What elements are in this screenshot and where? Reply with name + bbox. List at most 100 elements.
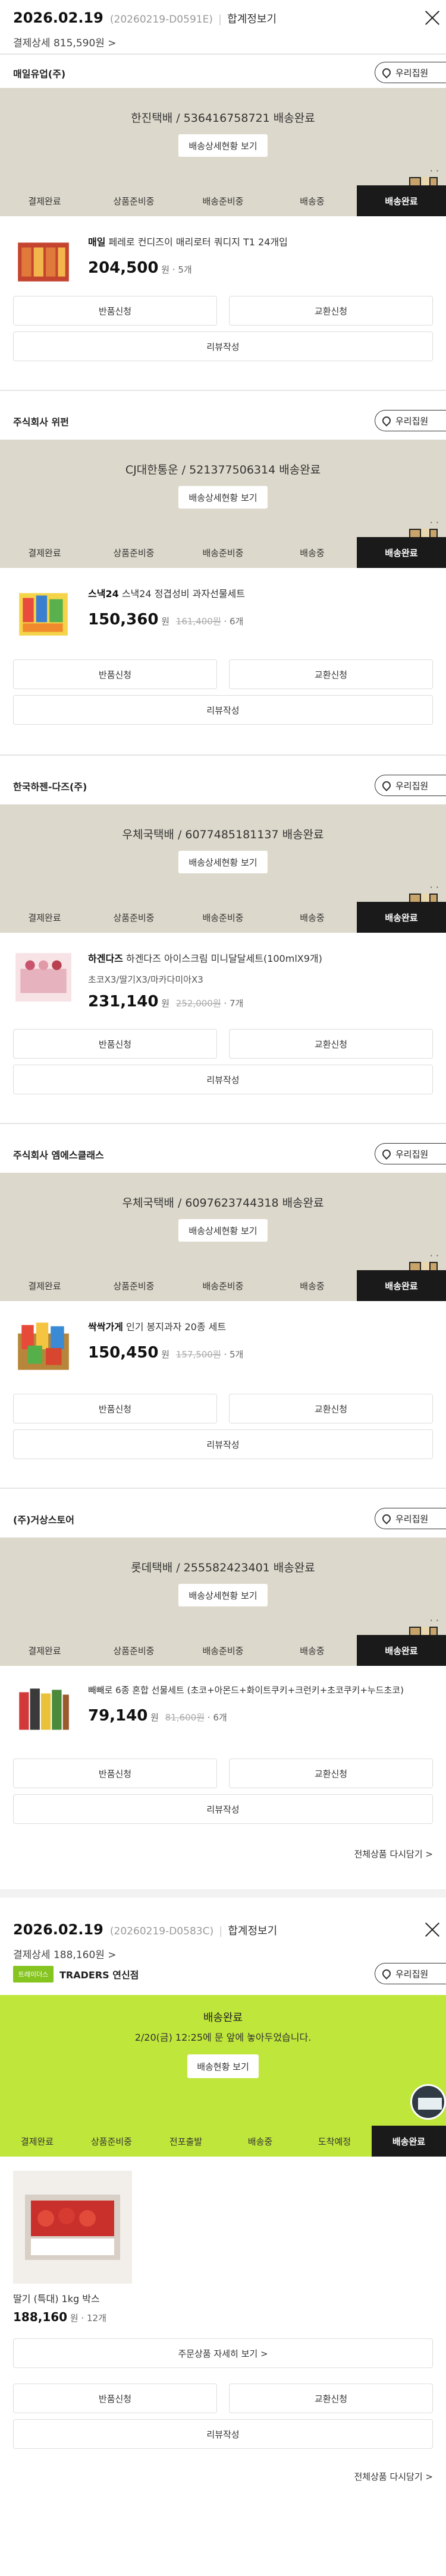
progress-steps: 결제완료 상품준비중 배송준비중 배송중 배송완료 — [0, 902, 446, 933]
step: 배송중 — [300, 912, 325, 923]
return-button[interactable]: 반품신청 — [13, 659, 217, 689]
order-detail-button[interactable]: 주문상품 자세히 보기 > — [13, 2338, 433, 2368]
tracking-info: 우체국택배 / 6077485181137 배송완료 — [122, 828, 324, 841]
store-button[interactable]: 우리집원 — [375, 1508, 446, 1529]
product-thumbnail — [18, 1322, 69, 1370]
review-button[interactable]: 리뷰작성 — [13, 2419, 433, 2449]
rebuy-all-link[interactable]: 전체상품 다시담기 > — [0, 2470, 446, 2483]
product-item[interactable]: 싹싹가게 인기 봉지과자 20종 세트 150,450 원 157,500원 ·… — [0, 1301, 446, 1385]
delivery-status-panel: 우체국택배 / 6097623744318 배송완료 배송상세현황 보기 결제완… — [0, 1173, 446, 1301]
seller-name: 주식회사 위펀 — [13, 416, 69, 428]
store-button[interactable]: 우리집원 — [375, 1963, 446, 1984]
seller-group: 주식회사 엠에스클래스 우리집원 우체국택배 / 6097623744318 배… — [0, 1139, 446, 1459]
step: 도착예정 — [318, 2136, 351, 2147]
status-subtitle: 2/20(금) 12:25에 문 앞에 놓아두었습니다. — [134, 2032, 312, 2043]
product-item[interactable]: 딸기 (특대) 1kg 박스 188,160 원 · 12개 — [0, 2157, 446, 2324]
review-button[interactable]: 리뷰작성 — [13, 332, 433, 361]
review-button[interactable]: 리뷰작성 — [13, 695, 433, 725]
seller-name: (주)거상스토어 — [13, 1514, 74, 1526]
product-item[interactable]: 매일 페레로 컨디즈이 매리로터 쿼디지 T1 24개입 204,500 원 ·… — [0, 216, 446, 291]
payment-detail-link[interactable]: 결제상세 815,590원 > — [13, 34, 433, 49]
order-number: (20260219-D0583C) — [109, 1925, 214, 1937]
step: 상품준비중 — [90, 2136, 132, 2147]
review-button[interactable]: 리뷰작성 — [13, 1065, 433, 1094]
progress-steps: 결제완료 상품준비중 배송준비중 배송중 배송완료 — [0, 537, 446, 568]
bill-link[interactable]: 합계정보기 — [227, 11, 277, 26]
exchange-button[interactable]: 교환신청 — [229, 659, 433, 689]
close-icon[interactable] — [422, 7, 444, 29]
product-item[interactable]: 스낵24 스낵24 정겹성비 과자선물세트 150,360 원 161,400원… — [0, 568, 446, 651]
exchange-button[interactable]: 교환신청 — [229, 2384, 433, 2413]
step: 결제완료 — [28, 547, 61, 558]
return-button[interactable]: 반품신청 — [13, 1029, 217, 1059]
store-button[interactable]: 우리집원 — [375, 775, 446, 796]
product-item[interactable]: 빼빼로 6종 혼합 선물세트 (초코+아몬드+화이트쿠키+크런키+초코쿠키+누드… — [0, 1666, 446, 1750]
order-header: 2026.02.19 (20260219-D0591E) | 합계정보기 결제상… — [0, 0, 446, 53]
step: 상품준비중 — [113, 1280, 155, 1292]
delivery-detail-button[interactable]: 배송상세현황 보기 — [178, 851, 268, 873]
step-active: 배송완료 — [357, 902, 446, 933]
section-divider — [0, 1889, 446, 1898]
product-item[interactable]: 하겐다즈 하겐다즈 아이스크림 미니달달세트(100mlX9개) 초코X3/딸기… — [0, 933, 446, 1021]
step-active: 배송완료 — [357, 1635, 446, 1666]
step: 배송중 — [300, 1280, 325, 1292]
exchange-button[interactable]: 교환신청 — [229, 1394, 433, 1423]
seller-row: 매일유업(주) 우리집원 — [0, 58, 446, 88]
order-date: 2026.02.19 — [13, 1921, 103, 1938]
progress-steps: 결제완료 상품준비중 전포출발 배송중 도착예정 배송완료 — [0, 2126, 446, 2157]
delivery-detail-button[interactable]: 배송상세현황 보기 — [178, 1219, 268, 1242]
location-pin-icon — [381, 67, 392, 78]
seller-group: (주)거상스토어 우리집원 롯데택배 / 255582423401 배송완료 배… — [0, 1504, 446, 1824]
step: 배송중 — [300, 547, 325, 558]
tracking-info: 한진택배 / 536416758721 배송완료 — [131, 112, 315, 125]
store-button[interactable]: 우리집원 — [375, 62, 446, 83]
step: 배송준비중 — [202, 547, 244, 558]
return-button[interactable]: 반품신청 — [13, 2384, 217, 2413]
delivery-detail-button[interactable]: 배송현황 보기 — [187, 2054, 259, 2078]
product-price: 204,500 원 · 5개 — [88, 259, 192, 277]
product-name: 빼빼로 6종 혼합 선물세트 (초코+아몬드+화이트쿠키+크런키+초코쿠키+누드… — [88, 1685, 404, 1696]
review-button[interactable]: 리뷰작성 — [13, 1429, 433, 1459]
seller-name: 한국하젠-다즈(주) — [13, 781, 87, 793]
divider — [0, 1488, 446, 1489]
close-icon[interactable] — [422, 1919, 444, 1940]
location-pin-icon — [381, 1148, 392, 1160]
step-active: 배송완료 — [357, 537, 446, 568]
return-button[interactable]: 반품신청 — [13, 1759, 217, 1788]
progress-steps: 결제완료 상품준비중 배송준비중 배송중 배송완료 — [0, 1635, 446, 1666]
delivery-photo-icon[interactable] — [410, 2084, 446, 2120]
divider — [0, 53, 446, 55]
seller-group: 한국하젠-다즈(주) 우리집원 우체국택배 / 6077485181137 배송… — [0, 771, 446, 1094]
product-price: 79,140 원 81,600원 · 6개 — [88, 1707, 227, 1725]
return-button[interactable]: 반품신청 — [13, 296, 217, 326]
step: 결제완료 — [28, 1280, 61, 1292]
review-button[interactable]: 리뷰작성 — [13, 1794, 433, 1824]
seller-row: 주식회사 엠에스클래스 우리집원 — [0, 1139, 446, 1169]
step: 배송준비중 — [202, 912, 244, 923]
order-header: 2026.02.19 (20260219-D0583C) | 합계정보기 결제상… — [0, 1912, 446, 1965]
product-price: 188,160 원 · 12개 — [13, 2310, 106, 2324]
tracking-info: CJ대한통운 / 521377506314 배송완료 — [125, 463, 321, 476]
product-price: 150,450 원 157,500원 · 5개 — [88, 1344, 244, 1362]
delivery-detail-button[interactable]: 배송상세현황 보기 — [178, 134, 268, 157]
exchange-button[interactable]: 교환신청 — [229, 1759, 433, 1788]
store-button[interactable]: 우리집원 — [375, 410, 446, 431]
product-name: 싹싹가게 인기 봉지과자 20종 세트 — [88, 1321, 227, 1333]
store-button[interactable]: 우리집원 — [375, 1143, 446, 1164]
step: 상품준비중 — [113, 547, 155, 558]
divider — [0, 1123, 446, 1124]
return-button[interactable]: 반품신청 — [13, 1394, 217, 1423]
product-thumbnail — [18, 242, 69, 282]
delivery-detail-button[interactable]: 배송상세현황 보기 — [178, 486, 268, 509]
exchange-button[interactable]: 교환신청 — [229, 296, 433, 326]
rebuy-all-link[interactable]: 전체상품 다시담기 > — [0, 1848, 446, 1877]
delivery-detail-button[interactable]: 배송상세현황 보기 — [178, 1584, 268, 1606]
bill-link[interactable]: 합계정보기 — [228, 1922, 277, 1938]
seller-group: 주식회사 위펀 우리집원 CJ대한통운 / 521377506314 배송완료 … — [0, 406, 446, 725]
product-name: 딸기 (특대) 1kg 박스 — [13, 2293, 100, 2304]
seller-name: 매일유업(주) — [13, 68, 66, 80]
delivery-status-panel: 롯데택배 / 255582423401 배송완료 배송상세현황 보기 결제완료 … — [0, 1538, 446, 1666]
exchange-button[interactable]: 교환신청 — [229, 1029, 433, 1059]
seller-name: TRADERS 연신점 — [59, 1969, 139, 1981]
product-thumbnail — [19, 593, 68, 636]
